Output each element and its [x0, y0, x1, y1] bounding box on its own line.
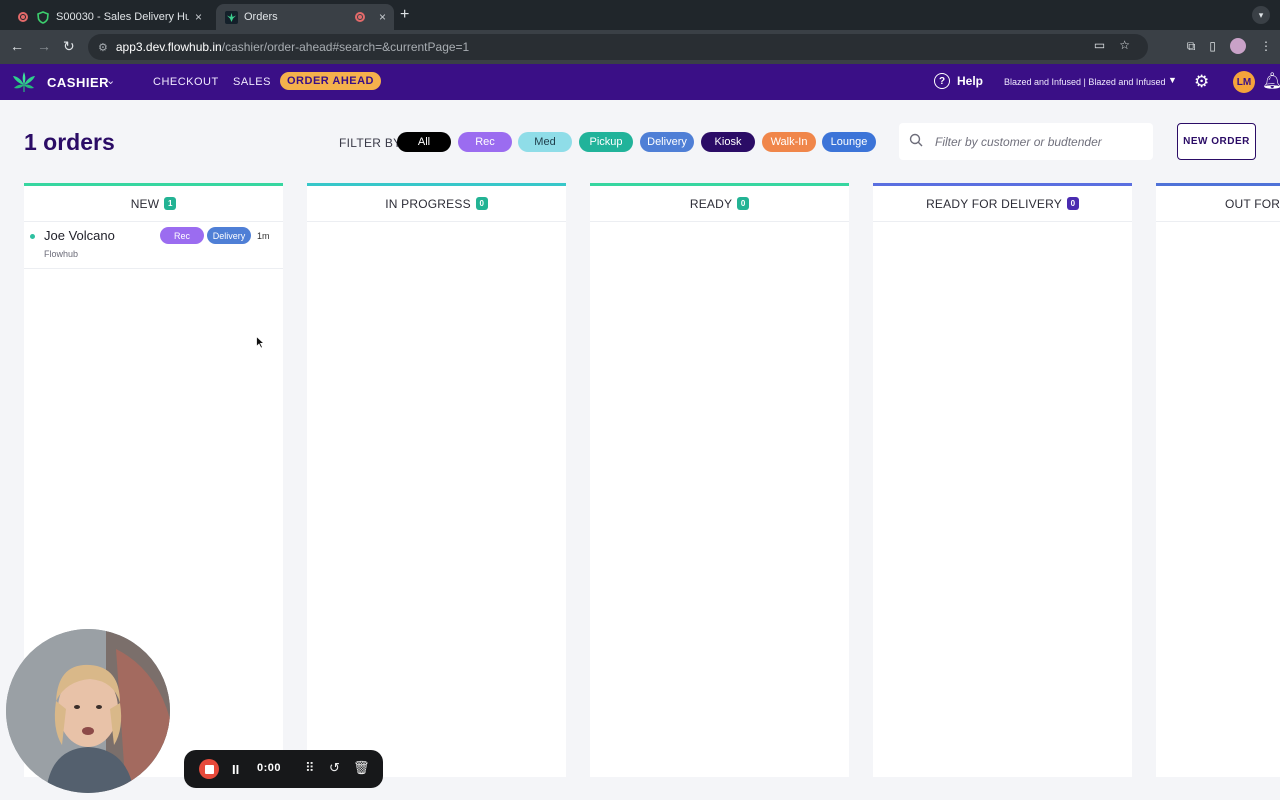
restart-icon[interactable]: ↺: [329, 760, 340, 776]
filter-chip-kiosk[interactable]: Kiosk: [701, 132, 755, 152]
pause-recording-button[interactable]: II: [232, 762, 239, 777]
filter-label: FILTER BY:: [339, 136, 405, 150]
nav-order-ahead[interactable]: ORDER AHEAD: [280, 72, 381, 90]
new-tab-button[interactable]: +: [400, 6, 409, 24]
app-switcher-chevron-icon[interactable]: ⌄: [106, 74, 115, 87]
filter-chip-all[interactable]: All: [397, 132, 451, 152]
site-settings-icon[interactable]: ⚙: [98, 41, 108, 54]
camera-icon[interactable]: ▭: [1094, 38, 1105, 52]
column-in-progress: IN PROGRESS 0: [307, 183, 566, 777]
tag-delivery: Delivery: [207, 227, 251, 244]
tag-rec: Rec: [160, 227, 204, 244]
back-arrow-icon[interactable]: ←: [10, 38, 24, 54]
recording-controls: II 0:00 ⠿ ↺ 🗑︎: [184, 750, 383, 788]
profile-avatar-icon[interactable]: [1230, 38, 1246, 54]
customer-name: Joe Volcano: [44, 228, 115, 243]
bookmark-star-icon[interactable]: ☆: [1119, 38, 1130, 52]
nav-sales[interactable]: SALES: [233, 76, 271, 88]
column-header: READY 0: [590, 186, 849, 222]
filter-chip-rec[interactable]: Rec: [458, 132, 512, 152]
tab-close-icon[interactable]: ×: [195, 10, 202, 24]
leaf-favicon-icon: [224, 10, 238, 24]
column-title: READY: [689, 196, 733, 211]
column-header: READY FOR DELIVERY 0: [873, 186, 1132, 222]
app-name[interactable]: CASHIER: [47, 75, 109, 90]
tab-title: S00030 - Sales Delivery Hub: [56, 11, 189, 23]
order-age: 1m: [257, 231, 270, 241]
column-count-badge: 0: [475, 197, 488, 210]
column-header: NEW 1: [24, 186, 283, 222]
column-count-badge: 1: [164, 197, 177, 210]
help-question-icon: ?: [934, 73, 950, 89]
order-source: Flowhub: [44, 249, 79, 259]
help-link[interactable]: ? Help: [934, 73, 983, 89]
recording-indicator-icon: [18, 12, 28, 22]
filter-chip-lounge[interactable]: Lounge: [822, 132, 876, 152]
column-title: READY FOR DELIVERY: [926, 196, 1062, 211]
shield-favicon-icon: [36, 10, 50, 24]
status-dot: [30, 234, 35, 239]
new-order-button[interactable]: NEW ORDER: [1177, 123, 1256, 160]
column-out-for-delivery: OUT FOR D: [1156, 183, 1280, 777]
column-count-badge: 0: [1066, 197, 1079, 210]
reload-icon[interactable]: ↻: [63, 38, 75, 55]
url-field[interactable]: ⚙ app3.dev.flowhub.in/cashier/order-ahea…: [88, 34, 1148, 60]
side-panel-icon[interactable]: ▯: [1209, 39, 1216, 53]
store-selector[interactable]: Blazed and Infused | Blazed and Infused: [1004, 77, 1165, 87]
browser-tab-orders[interactable]: Orders ×: [216, 4, 394, 30]
app-header: CASHIER ⌄ CHECKOUT SALES ORDER AHEAD ? H…: [0, 64, 1280, 100]
column-ready-for-delivery: READY FOR DELIVERY 0: [873, 183, 1132, 777]
filter-chip-delivery[interactable]: Delivery: [640, 132, 694, 152]
tab-recording-icon: [354, 12, 365, 22]
drag-handle-icon[interactable]: ⠿: [305, 760, 315, 776]
help-label: Help: [957, 74, 984, 88]
filter-chip-walk-in[interactable]: Walk-In: [762, 132, 816, 152]
tab-close-icon[interactable]: ×: [379, 10, 386, 24]
url-host: app3.dev.flowhub.in: [115, 40, 222, 54]
filter-chip-med[interactable]: Med: [518, 132, 572, 152]
browser-address-bar: ← → ↻ ⚙ app3.dev.flowhub.in/cashier/orde…: [0, 30, 1280, 64]
user-avatar[interactable]: LM: [1233, 71, 1255, 93]
browser-toolbar-icons: ⧉ ▯ ⋮: [1187, 38, 1272, 54]
extensions-puzzle-icon[interactable]: ⧉: [1187, 39, 1196, 54]
store-caret-icon[interactable]: ▼: [1168, 75, 1177, 85]
order-card[interactable]: Joe Volcano Flowhub Rec Delivery 1m: [24, 223, 283, 269]
cannabis-leaf-logo-icon[interactable]: [12, 71, 36, 93]
mouse-cursor-icon: [256, 336, 265, 349]
browser-menu-icon[interactable]: ⋮: [1260, 39, 1272, 53]
column-title: IN PROGRESS: [385, 196, 471, 211]
tab-title: Orders: [244, 11, 278, 23]
nav-checkout[interactable]: CHECKOUT: [153, 76, 219, 88]
url-actions: ▭ ☆: [1094, 38, 1130, 52]
search-input[interactable]: [935, 134, 1135, 149]
column-title: NEW: [130, 196, 160, 211]
page-title: 1 orders: [24, 129, 115, 155]
url-path: /cashier/order-ahead#search=&currentPage…: [221, 40, 470, 54]
browser-tab-sales-delivery-hub[interactable]: S00030 - Sales Delivery Hub ×: [10, 4, 210, 30]
forward-arrow-icon[interactable]: →: [37, 38, 51, 54]
presenter-video-image: [6, 629, 170, 793]
notifications-bell-icon[interactable]: 🔔︎: [1262, 71, 1280, 91]
webcam-bubble[interactable]: [6, 629, 170, 793]
settings-gear-icon[interactable]: ⚙: [1194, 72, 1209, 92]
column-header: IN PROGRESS 0: [307, 186, 566, 222]
trash-icon[interactable]: 🗑︎: [353, 760, 370, 776]
column-count-badge: 0: [737, 197, 750, 210]
recording-timer: 0:00: [257, 762, 282, 774]
column-ready: READY 0: [590, 183, 849, 777]
search-icon: [909, 133, 927, 150]
customer-search: [899, 123, 1153, 160]
browser-tab-bar: S00030 - Sales Delivery Hub × Orders × +…: [0, 0, 1280, 30]
stop-recording-button[interactable]: [199, 759, 219, 779]
filter-chip-pickup[interactable]: Pickup: [579, 132, 633, 152]
column-title: OUT FOR D: [1225, 196, 1280, 211]
tab-search-chevron-icon[interactable]: ▾: [1252, 6, 1270, 24]
column-header: OUT FOR D: [1156, 186, 1280, 222]
